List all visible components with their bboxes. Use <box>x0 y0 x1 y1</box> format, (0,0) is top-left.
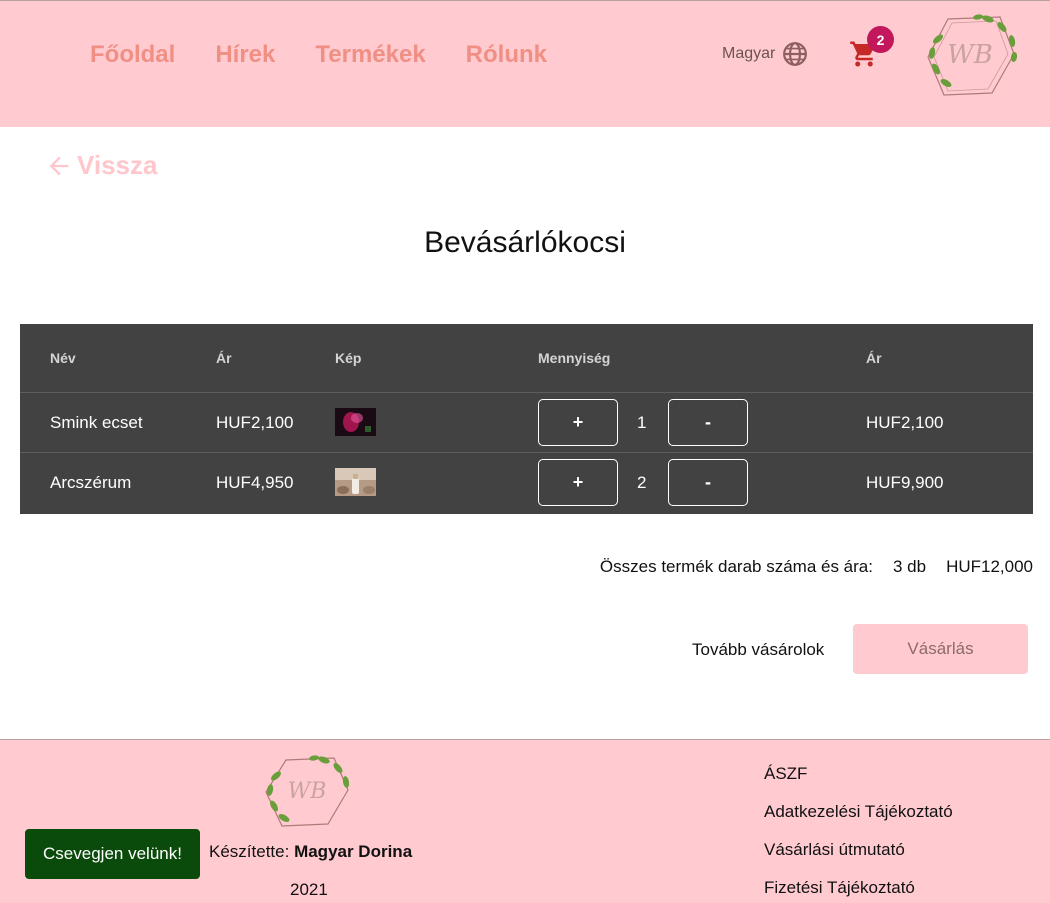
main-nav: Főoldal Hírek Termékek Rólunk <box>90 41 547 69</box>
language-selector[interactable]: Magyar <box>722 41 808 67</box>
nav-about-link[interactable]: Rólunk <box>466 41 547 69</box>
row-total: HUF9,900 <box>866 473 944 492</box>
nav-products-link[interactable]: Termékek <box>315 41 425 69</box>
footer-link-shopping-guide[interactable]: Vásárlási útmutató <box>764 840 953 860</box>
footer-link-payment-info[interactable]: Fizetési Tájékoztató <box>764 878 953 898</box>
continue-shopping-link[interactable]: Tovább vásárolok <box>692 640 824 660</box>
quantity-value: 1 <box>637 413 647 432</box>
nav-home-link[interactable]: Főoldal <box>90 41 175 69</box>
svg-text:WB: WB <box>947 40 993 70</box>
site-header: Főoldal Hírek Termékek Rólunk Magyar 2 W… <box>0 0 1050 127</box>
decrease-quantity-button[interactable]: - <box>668 399 748 446</box>
product-name: Smink ecset <box>50 413 143 432</box>
decrease-quantity-button[interactable]: - <box>668 459 748 506</box>
arrow-left-icon <box>49 156 69 175</box>
back-label: Vissza <box>77 150 158 180</box>
globe-icon <box>783 42 808 66</box>
row-total: HUF2,100 <box>866 413 944 432</box>
column-header-total: Ár <box>866 350 882 366</box>
footer-link-privacy[interactable]: Adatkezelési Tájékoztató <box>764 802 953 822</box>
product-price: HUF4,950 <box>216 473 294 492</box>
summary-label: Összes termék darab száma és ára: <box>599 557 873 576</box>
table-row: Arcszérum HUF4,950 + 2 - HUF9,900 <box>20 453 1033 513</box>
chat-button[interactable]: Csevegjen velünk! <box>25 829 200 879</box>
footer-links: ÁSZF Adatkezelési Tájékoztató Vásárlási … <box>764 764 953 898</box>
product-image <box>335 468 376 496</box>
product-name: Arcszérum <box>50 473 132 492</box>
summary-total: HUF12,000 <box>946 557 1033 576</box>
back-link[interactable]: Vissza <box>45 150 157 181</box>
credit-prefix: Készítette: <box>209 842 290 861</box>
product-image <box>335 408 376 436</box>
increase-quantity-button[interactable]: + <box>538 459 618 506</box>
copyright-year: 2021 <box>290 880 328 899</box>
nav-news-link[interactable]: Hírek <box>215 41 275 69</box>
column-header-image: Kép <box>335 350 362 366</box>
footer-logo: WB <box>265 755 350 827</box>
cart-count-badge: 2 <box>867 26 894 53</box>
logo[interactable]: WB <box>918 9 1022 99</box>
product-price: HUF2,100 <box>216 413 294 432</box>
cart-table: Név Ár Kép Mennyiség Ár Smink ecset HUF2… <box>20 324 1033 514</box>
cart-summary: Összes termék darab száma és ára: 3 db H… <box>600 557 1033 577</box>
language-label: Magyar <box>722 45 776 62</box>
author-credit: Készítette: Magyar Dorina <box>209 842 412 862</box>
column-header-name: Név <box>50 350 76 366</box>
footer-link-terms[interactable]: ÁSZF <box>764 764 953 784</box>
increase-quantity-button[interactable]: + <box>538 399 618 446</box>
summary-count: 3 db <box>892 557 927 576</box>
column-header-quantity: Mennyiség <box>538 350 611 366</box>
checkout-button[interactable]: Vásárlás <box>853 624 1028 674</box>
svg-text:WB: WB <box>288 779 327 804</box>
quantity-value: 2 <box>637 473 647 492</box>
page-title: Bevásárlókocsi <box>424 226 626 259</box>
column-header-price: Ár <box>216 350 232 366</box>
author-name: Magyar Dorina <box>294 842 413 861</box>
table-header: Név Ár Kép Mennyiség Ár <box>20 324 1033 393</box>
table-row: Smink ecset HUF2,100 + 1 - HUF2,100 <box>20 393 1033 453</box>
